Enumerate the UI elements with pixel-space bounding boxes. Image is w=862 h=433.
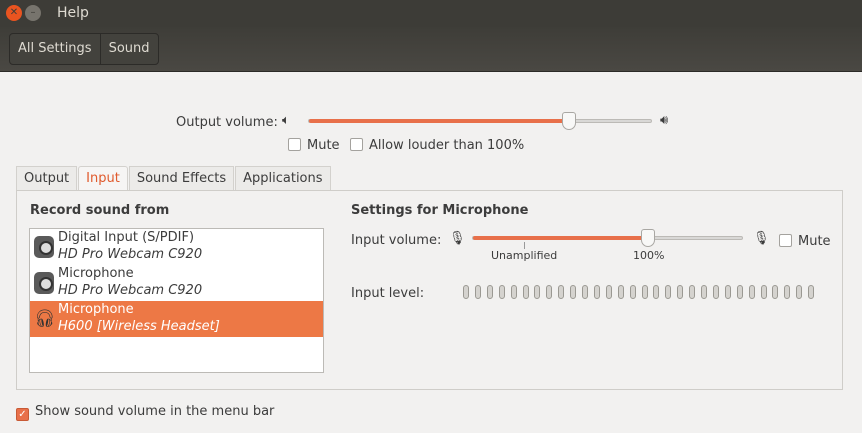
show-volume-label: Show sound volume in the menu bar [35,404,275,419]
level-segment [808,285,815,299]
level-segment [463,285,469,299]
percent-100-mark: 100% [633,249,665,262]
level-segment [784,285,791,299]
close-button[interactable]: ✕ [6,5,22,21]
allow-louder-checkbox[interactable]: Allow louder than 100% [350,138,524,153]
level-segment [712,285,719,299]
level-segment [796,285,803,299]
level-segment [724,285,731,299]
level-segment [522,285,529,299]
tab-applications[interactable]: Applications [235,166,331,190]
breadcrumb: All Settings Sound [9,33,159,65]
level-segment [772,285,779,299]
input-level-label: Input level: [351,286,425,301]
device-list[interactable]: Digital Input (S/PDIF) HD Pro Webcam C92… [29,228,324,373]
show-volume-checkbox[interactable]: ✓ Show sound volume in the menu bar [16,404,274,421]
output-volume-slider[interactable] [308,112,652,130]
level-segment [486,285,493,299]
microphone-high-icon: 🎙︎ [753,231,770,246]
input-mute-checkbox[interactable]: Mute [779,234,831,249]
allow-louder-label: Allow louder than 100% [369,138,525,153]
minimize-button[interactable]: – [25,5,41,21]
mute-checkbox[interactable]: Mute [288,138,340,153]
level-segment [617,285,624,299]
microphone-low-icon: 🎙︎ [449,231,466,246]
output-volume-fill [309,119,569,123]
level-segment [677,285,684,299]
level-segment [474,285,481,299]
level-segment [510,285,517,299]
speaker-high-icon: 🔊︎ [660,113,669,128]
level-segment [498,285,505,299]
level-segment [736,285,743,299]
input-mute-label: Mute [798,234,831,249]
device-detail: HD Pro Webcam C920 [58,247,203,262]
input-volume-fill [473,236,648,240]
tab-sound-effects[interactable]: Sound Effects [128,166,235,190]
output-volume-thumb[interactable] [561,112,576,130]
device-name: Microphone [58,266,134,281]
device-name: Microphone [58,302,134,317]
level-segment [665,285,672,299]
device-detail: H600 [Wireless Headset] [58,319,220,334]
level-segment [653,285,660,299]
window-title: Help [57,5,89,21]
level-segment [760,285,767,299]
title-bar: ✕ – Help [0,0,862,27]
level-segment [570,285,577,299]
level-segment [593,285,600,299]
webcam-icon [34,272,54,294]
output-volume-label: Output volume: [176,115,278,130]
tab-output[interactable]: Output [16,166,78,190]
level-segment [582,285,588,299]
device-item-selected[interactable]: 🎧︎ Microphone H600 [Wireless Headset] [30,301,323,337]
input-volume-slider[interactable] [472,229,743,247]
device-item[interactable]: Digital Input (S/PDIF) HD Pro Webcam C92… [30,229,323,265]
level-segment [534,285,541,299]
device-name: Digital Input (S/PDIF) [58,230,195,245]
input-volume-thumb[interactable] [640,229,655,247]
level-segment [641,285,648,299]
webcam-icon [34,236,54,258]
mute-label: Mute [307,138,340,153]
level-segment [546,285,553,299]
level-segment [629,285,636,299]
toolbar: All Settings Sound [0,27,862,72]
unamplified-tick [524,242,525,249]
level-segment [605,285,612,299]
tab-bar: Output Input Sound Effects Applications [16,166,332,190]
record-heading: Record sound from [30,203,170,218]
level-segment [701,285,707,299]
level-segment [689,285,696,299]
device-detail: HD Pro Webcam C920 [58,283,203,298]
level-segment [558,285,565,299]
device-item[interactable]: Microphone HD Pro Webcam C920 [30,265,323,301]
input-volume-label: Input volume: [351,233,442,248]
breadcrumb-all-settings[interactable]: All Settings [10,34,100,64]
breadcrumb-sound[interactable]: Sound [99,34,158,64]
settings-heading: Settings for Microphone [351,203,529,218]
headset-icon: 🎧︎ [34,309,56,329]
unamplified-mark: Unamplified [491,249,558,262]
level-segment [748,285,755,299]
speaker-low-icon: 🔈︎ [282,113,290,128]
tab-input[interactable]: Input [78,166,128,190]
